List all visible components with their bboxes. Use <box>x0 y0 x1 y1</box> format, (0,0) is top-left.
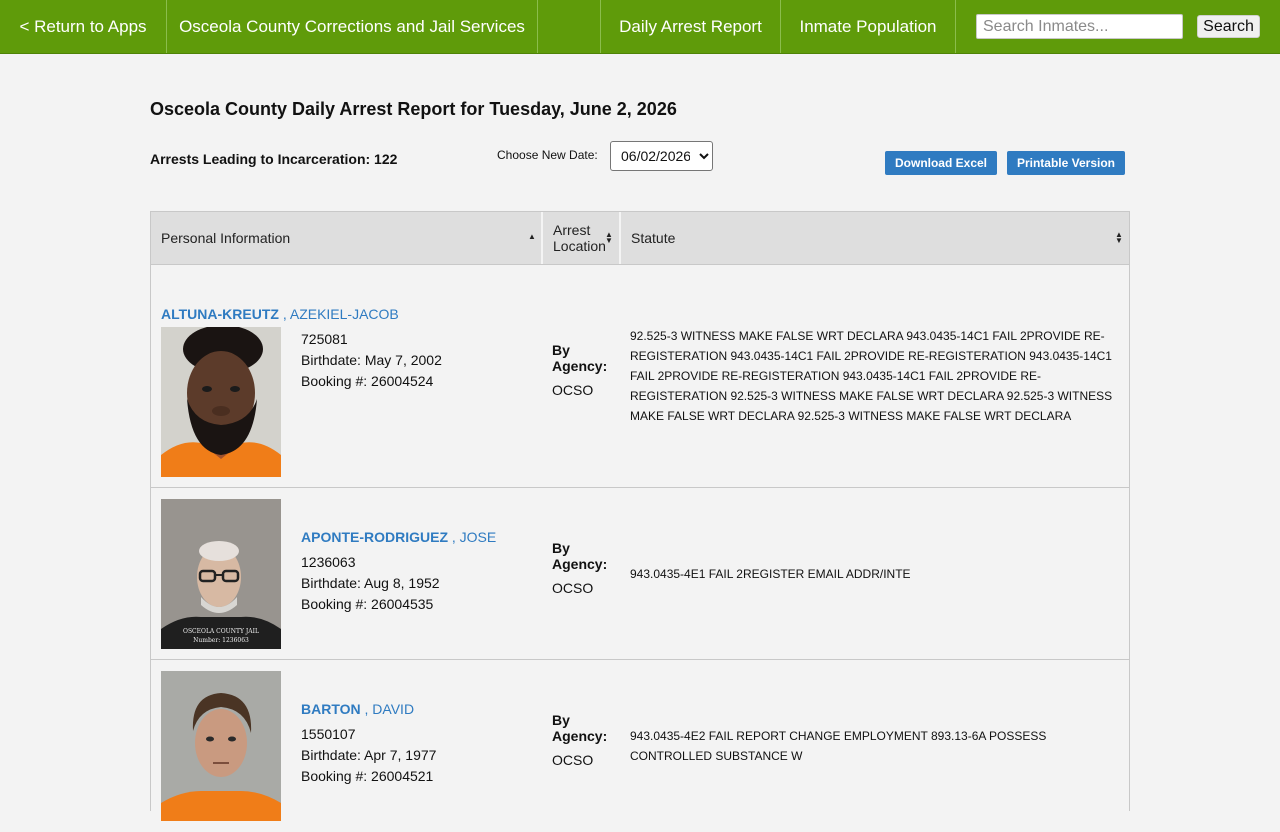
column-header-personal-information[interactable]: Personal Information ▲ <box>151 212 542 264</box>
table-row: BARTON , DAVID 1550107 Birthdate: Apr 7,… <box>151 660 1129 832</box>
booking-number: Booking #: 26004535 <box>301 596 434 612</box>
photo-caption-line: Number: 1236063 <box>193 637 249 644</box>
inmate-info: 725081 Birthdate: May 7, 2002 Booking #:… <box>301 329 442 392</box>
agency-label: By Agency: <box>552 342 608 374</box>
arrest-table: Personal Information ▲ Arrest Location ▲… <box>150 211 1130 821</box>
column-header-label: Statute <box>631 230 676 246</box>
photo-caption-line: OSCEOLA COUNTY JAIL <box>183 628 259 635</box>
search-button[interactable]: Search <box>1197 15 1260 38</box>
inmate-name-link[interactable]: APONTE-RODRIGUEZ , JOSE <box>301 529 496 545</box>
agency-label: By Agency: <box>552 540 608 572</box>
table-row: OSCEOLA COUNTY JAIL Number: 1236063 APON… <box>151 488 1129 660</box>
inmate-id: 1550107 <box>301 726 356 742</box>
inmate-population-link[interactable]: Inmate Population <box>781 0 955 53</box>
agency-value: OCSO <box>552 752 594 768</box>
first-name: , AZEKIEL-JACOB <box>282 306 399 322</box>
booking-number: Booking #: 26004524 <box>301 373 434 389</box>
inmate-name-link[interactable]: BARTON , DAVID <box>301 701 414 717</box>
photo-caption: OSCEOLA COUNTY JAIL Number: 1236063 <box>161 627 281 645</box>
download-excel-button[interactable]: Download Excel <box>885 151 997 175</box>
top-navigation: < Return to Apps Osceola County Correcti… <box>0 0 1280 54</box>
arrest-location: By Agency: OCSO <box>552 540 612 596</box>
statute-text: 943.0435-4E1 FAIL 2REGISTER EMAIL ADDR/I… <box>630 567 911 581</box>
arrest-location: By Agency: OCSO <box>552 342 612 398</box>
last-name: ALTUNA-KREUTZ <box>161 306 279 322</box>
mugshot-image <box>161 327 281 477</box>
agency-value: OCSO <box>552 382 594 398</box>
daily-arrest-report-link[interactable]: Daily Arrest Report <box>601 0 780 53</box>
inmate-id: 725081 <box>301 331 348 347</box>
arrest-location: By Agency: OCSO <box>552 712 612 768</box>
inmate-photo[interactable] <box>161 327 281 477</box>
agency-label: By Agency: <box>552 712 608 744</box>
statute-text: 92.525-3 WITNESS MAKE FALSE WRT DECLARA … <box>630 329 1113 423</box>
return-to-apps-link[interactable]: < Return to Apps <box>0 0 166 53</box>
column-header-label: Personal Information <box>161 230 291 246</box>
table-header: Personal Information ▲ Arrest Location ▲… <box>151 211 1129 265</box>
nav-divider <box>955 0 956 53</box>
last-name: BARTON <box>301 701 361 717</box>
search-inmates-input[interactable] <box>976 14 1183 39</box>
first-name: , JOSE <box>451 529 497 545</box>
agency-value: OCSO <box>552 580 594 596</box>
table-row: ALTUNA-KREUTZ , AZEKIEL-JACOB 725081 Bir… <box>151 265 1129 488</box>
birthdate: Birthdate: Aug 8, 1952 <box>301 575 440 591</box>
birthdate: Birthdate: May 7, 2002 <box>301 352 442 368</box>
inmate-id: 1236063 <box>301 554 356 570</box>
sort-both-icon: ▲ ▼ <box>1115 230 1123 245</box>
inmate-photo[interactable]: OSCEOLA COUNTY JAIL Number: 1236063 <box>161 499 281 649</box>
mugshot-image <box>161 671 281 821</box>
nav-divider <box>537 0 538 53</box>
statute-text: 943.0435-4E2 FAIL REPORT CHANGE EMPLOYME… <box>630 729 1047 763</box>
inmate-photo[interactable] <box>161 671 281 821</box>
birthdate: Birthdate: Apr 7, 1977 <box>301 747 437 763</box>
column-header-statute[interactable]: Statute ▲ ▼ <box>621 212 1129 264</box>
arrests-count: Arrests Leading to Incarceration: 122 <box>150 151 398 167</box>
last-name: APONTE-RODRIGUEZ <box>301 529 448 545</box>
inmate-name-link[interactable]: ALTUNA-KREUTZ , AZEKIEL-JACOB <box>161 306 399 322</box>
first-name: , DAVID <box>364 701 415 717</box>
column-header-label: Arrest Location <box>553 222 606 254</box>
choose-date-label: Choose New Date: <box>497 148 598 162</box>
site-title-link[interactable]: Osceola County Corrections and Jail Serv… <box>167 0 537 53</box>
printable-version-button[interactable]: Printable Version <box>1007 151 1125 175</box>
sort-ascending-icon: ▲ <box>528 232 536 241</box>
booking-number: Booking #: 26004521 <box>301 768 434 784</box>
sort-both-icon: ▲ ▼ <box>605 230 613 245</box>
date-select[interactable]: 06/02/2026 <box>610 141 713 171</box>
page-title: Osceola County Daily Arrest Report for T… <box>150 99 677 119</box>
inmate-info: 1550107 Birthdate: Apr 7, 1977 Booking #… <box>301 724 436 787</box>
column-header-arrest-location[interactable]: Arrest Location ▲ ▼ <box>543 212 620 264</box>
inmate-info: 1236063 Birthdate: Aug 8, 1952 Booking #… <box>301 552 440 615</box>
